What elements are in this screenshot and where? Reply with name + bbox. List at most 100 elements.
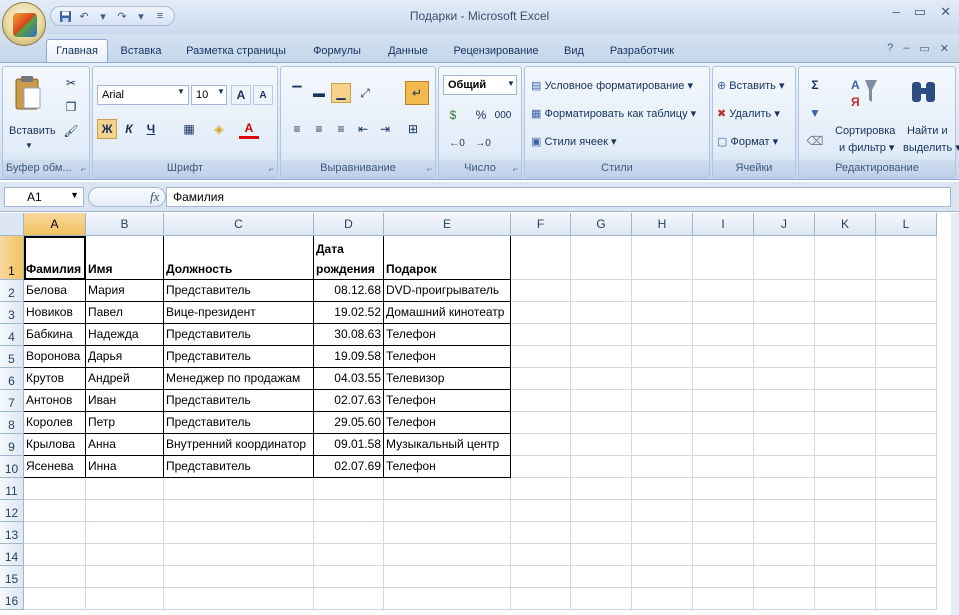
align-middle-icon[interactable]: ▬ [309, 83, 329, 103]
empty-cell[interactable] [632, 500, 693, 522]
table-cell[interactable]: Представитель [164, 324, 314, 346]
empty-cell[interactable] [876, 412, 937, 434]
empty-cell[interactable] [632, 566, 693, 588]
percent-button[interactable]: % [471, 105, 491, 125]
empty-cell[interactable] [754, 302, 815, 324]
empty-cell[interactable] [632, 588, 693, 610]
empty-cell[interactable] [384, 544, 511, 566]
align-top-icon[interactable]: ▔ [287, 83, 307, 103]
table-cell[interactable]: 19.09.58 [314, 346, 384, 368]
vertical-scrollbar[interactable] [951, 213, 959, 615]
empty-cell[interactable] [571, 280, 632, 302]
dialog-launcher-icon[interactable]: ⌐ [427, 164, 432, 174]
empty-cell[interactable] [24, 588, 86, 610]
row-header-14[interactable]: 14 [0, 544, 24, 566]
empty-cell[interactable] [876, 346, 937, 368]
row-header-13[interactable]: 13 [0, 522, 24, 544]
decrease-indent-icon[interactable]: ⇤ [353, 119, 373, 139]
formula-input[interactable]: Фамилия [166, 187, 951, 207]
font-color-icon[interactable]: A [239, 119, 259, 139]
cut-icon[interactable]: ✂ [61, 73, 81, 93]
empty-cell[interactable] [314, 588, 384, 610]
empty-cell[interactable] [693, 500, 754, 522]
empty-cell[interactable] [511, 368, 571, 390]
empty-cell[interactable] [511, 456, 571, 478]
empty-cell[interactable] [815, 478, 876, 500]
empty-cell[interactable] [24, 478, 86, 500]
empty-cell[interactable] [815, 368, 876, 390]
table-cell[interactable]: Дарья [86, 346, 164, 368]
table-cell[interactable]: Домашний кинотеатр [384, 302, 511, 324]
align-left-icon[interactable]: ≡ [287, 119, 307, 139]
table-cell[interactable]: Телефон [384, 456, 511, 478]
empty-cell[interactable] [511, 302, 571, 324]
header-cell[interactable]: Имя [86, 236, 164, 280]
header-cell[interactable]: Должность [164, 236, 314, 280]
empty-cell[interactable] [632, 478, 693, 500]
table-cell[interactable]: Музыкальный центр [384, 434, 511, 456]
thousands-button[interactable]: 000 [493, 105, 513, 125]
empty-cell[interactable] [164, 566, 314, 588]
empty-cell[interactable] [511, 434, 571, 456]
empty-cell[interactable] [754, 522, 815, 544]
delete-cells-button[interactable]: ✖ Удалить ▾ [717, 107, 780, 120]
empty-cell[interactable] [511, 544, 571, 566]
empty-cell[interactable] [86, 522, 164, 544]
empty-cell[interactable] [511, 500, 571, 522]
empty-cell[interactable] [632, 368, 693, 390]
empty-cell[interactable] [632, 412, 693, 434]
name-box[interactable]: A1 ▼ [4, 187, 84, 207]
empty-cell[interactable] [815, 500, 876, 522]
empty-cell[interactable] [571, 390, 632, 412]
chevron-down-icon[interactable]: ▼ [70, 190, 79, 200]
table-cell[interactable]: 19.02.52 [314, 302, 384, 324]
tab-developer[interactable]: Разработчик [600, 41, 684, 62]
insert-function-button[interactable]: fx [150, 189, 159, 205]
empty-cell[interactable] [693, 566, 754, 588]
empty-cell[interactable] [693, 346, 754, 368]
clear-icon[interactable]: ⌫ [805, 131, 825, 151]
empty-cell[interactable] [693, 324, 754, 346]
empty-cell[interactable] [876, 324, 937, 346]
maximize-button[interactable]: ▭ [914, 4, 926, 20]
empty-cell[interactable] [693, 412, 754, 434]
empty-cell[interactable] [876, 236, 937, 280]
sort-filter-label-1[interactable]: Сортировка [835, 125, 895, 137]
empty-cell[interactable] [632, 280, 693, 302]
empty-cell[interactable] [571, 522, 632, 544]
empty-cell[interactable] [693, 302, 754, 324]
empty-cell[interactable] [314, 566, 384, 588]
empty-cell[interactable] [876, 544, 937, 566]
column-header-D[interactable]: D [314, 213, 384, 236]
empty-cell[interactable] [815, 412, 876, 434]
empty-cell[interactable] [754, 478, 815, 500]
table-cell[interactable]: Анна [86, 434, 164, 456]
dialog-launcher-icon[interactable]: ⌐ [81, 164, 86, 174]
empty-cell[interactable] [571, 544, 632, 566]
empty-cell[interactable] [632, 302, 693, 324]
empty-cell[interactable] [164, 478, 314, 500]
empty-cell[interactable] [693, 280, 754, 302]
row-header-4[interactable]: 4 [0, 324, 24, 346]
empty-cell[interactable] [876, 390, 937, 412]
column-header-C[interactable]: C [164, 213, 314, 236]
bold-button[interactable]: Ж [97, 119, 117, 139]
empty-cell[interactable] [384, 566, 511, 588]
chevron-down-icon[interactable]: ▼ [25, 141, 33, 150]
dialog-launcher-icon[interactable]: ⌐ [513, 164, 518, 174]
empty-cell[interactable] [754, 456, 815, 478]
chevron-down-icon[interactable]: ▼ [217, 87, 225, 96]
empty-cell[interactable] [384, 522, 511, 544]
table-cell[interactable]: Менеджер по продажам [164, 368, 314, 390]
column-header-E[interactable]: E [384, 213, 511, 236]
empty-cell[interactable] [815, 236, 876, 280]
insert-cells-button[interactable]: ⊕ Вставить ▾ [717, 79, 785, 92]
worksheet-grid[interactable]: ABCDEFGHIJKL 1 2 3 4 5 6 7 8 9 10 11 12 13 14 15 16 Фам… [0, 213, 959, 615]
table-cell[interactable]: Представитель [164, 412, 314, 434]
table-cell[interactable]: Представитель [164, 456, 314, 478]
table-cell[interactable]: Телефон [384, 412, 511, 434]
row-header-16[interactable]: 16 [0, 588, 24, 610]
empty-cell[interactable] [754, 434, 815, 456]
column-header-I[interactable]: I [693, 213, 754, 236]
copy-icon[interactable]: ❐ [61, 97, 81, 117]
